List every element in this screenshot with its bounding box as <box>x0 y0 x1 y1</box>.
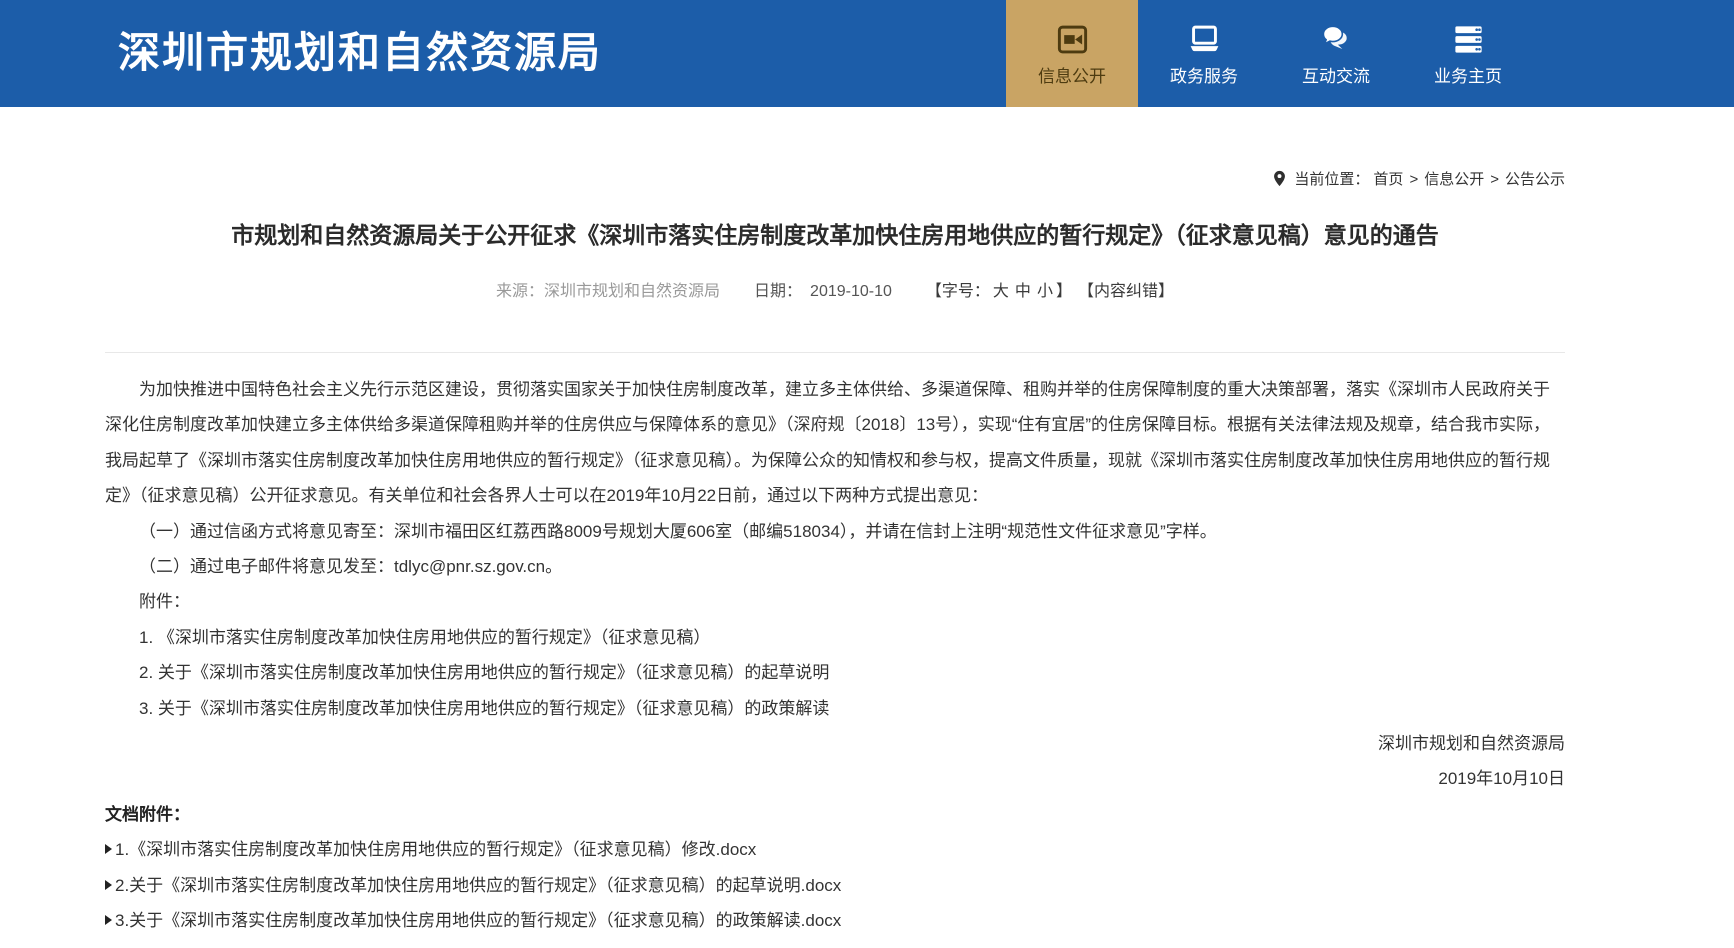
attachment-item-3: 3. 关于《深圳市落实住房制度改革加快住房用地供应的暂行规定》（征求意见稿）的政… <box>105 691 1565 726</box>
paragraph-method-email: （二）通过电子邮件将意见发至：tdlyc@pnr.sz.gov.cn。 <box>105 549 1565 584</box>
triangle-marker-icon <box>105 880 112 890</box>
attachment-item-1: 1. 《深圳市落实住房制度改革加快住房用地供应的暂行规定》（征求意见稿） <box>105 620 1565 655</box>
font-size-medium-button[interactable]: 中 <box>1015 283 1031 300</box>
font-size-large-button[interactable]: 大 <box>993 283 1009 300</box>
nav-item-gov-services[interactable]: 政务服务 <box>1138 0 1270 107</box>
nav-item-label: 信息公开 <box>1038 68 1106 85</box>
content-container: 当前位置：首页 > 信息公开 > 公告公示 市规划和自然资源局关于公开征求《深圳市落实住… <box>105 107 1565 939</box>
font-size-selector: 【字号：大中小】 <box>926 283 1072 300</box>
breadcrumb-separator: > <box>1490 171 1499 188</box>
doc-attachments-section: 文档附件： 1.《深圳市落实住房制度改革加快住房用地供应的暂行规定》（征求意见稿… <box>105 797 1565 939</box>
triangle-marker-icon <box>105 915 112 925</box>
doc-attachment-link-text: 1.《深圳市落实住房制度改革加快住房用地供应的暂行规定》（征求意见稿）修改.do… <box>115 840 756 859</box>
nav-item-interaction[interactable]: 互动交流 <box>1270 0 1402 107</box>
paragraph-method-mail: （一）通过信函方式将意见寄至：深圳市福田区红荔西路8009号规划大厦606室（邮… <box>105 514 1565 549</box>
nav-item-label: 业务主页 <box>1434 68 1502 85</box>
signature-date: 2019年10月10日 <box>105 761 1565 796</box>
location-pin-icon <box>1273 170 1286 187</box>
chat-bubbles-icon <box>1319 22 1354 57</box>
document-video-icon <box>1055 22 1090 57</box>
nav-item-label: 互动交流 <box>1302 68 1370 85</box>
triangle-marker-icon <box>105 844 112 854</box>
signature: 深圳市规划和自然资源局 <box>105 726 1565 761</box>
breadcrumb-link-announcements[interactable]: 公告公示 <box>1505 171 1565 188</box>
breadcrumb-link-info-disclosure[interactable]: 信息公开 <box>1424 171 1484 188</box>
breadcrumb: 当前位置：首页 > 信息公开 > 公告公示 <box>105 107 1565 190</box>
nav-item-info-disclosure[interactable]: 信息公开 <box>1006 0 1138 107</box>
breadcrumb-label: 当前位置： <box>1294 171 1369 188</box>
meta-source: 来源：深圳市规划和自然资源局 <box>496 283 720 300</box>
doc-attachment-link-text: 2.关于《深圳市落实住房制度改革加快住房用地供应的暂行规定》（征求意见稿）的起草… <box>115 876 841 895</box>
doc-attachment-link-1[interactable]: 1.《深圳市落实住房制度改革加快住房用地供应的暂行规定》（征求意见稿）修改.do… <box>105 832 1565 867</box>
doc-attachments-title: 文档附件： <box>105 797 1565 832</box>
divider <box>105 352 1565 353</box>
server-list-icon <box>1451 22 1486 57</box>
breadcrumb-separator: > <box>1409 171 1418 188</box>
doc-attachment-link-3[interactable]: 3.关于《深圳市落实住房制度改革加快住房用地供应的暂行规定》（征求意见稿）的政策… <box>105 903 1565 938</box>
font-size-close: 】 <box>1056 283 1072 300</box>
article-body: 为加快推进中国特色社会主义先行示范区建设，贯彻落实国家关于加快住房制度改革，建立… <box>105 372 1565 797</box>
page-title: 市规划和自然资源局关于公开征求《深圳市落实住房制度改革加快住房用地供应的暂行规定… <box>105 220 1565 250</box>
nav-item-label: 政务服务 <box>1170 68 1238 85</box>
site-header: 深圳市规划和自然资源局 信息公开 政务服务 互动交流 <box>0 0 1734 107</box>
laptop-icon <box>1187 22 1222 57</box>
breadcrumb-link-home[interactable]: 首页 <box>1373 171 1403 188</box>
meta-date-label: 日期： <box>754 283 802 300</box>
font-size-small-button[interactable]: 小 <box>1037 283 1053 300</box>
paragraph-attachment-heading: 附件： <box>105 584 1565 619</box>
doc-attachment-link-text: 3.关于《深圳市落实住房制度改革加快住房用地供应的暂行规定》（征求意见稿）的政策… <box>115 911 841 930</box>
font-size-open: 【字号： <box>926 283 990 300</box>
attachment-item-2: 2. 关于《深圳市落实住房制度改革加快住房用地供应的暂行规定》（征求意见稿）的起… <box>105 655 1565 690</box>
content-correction-button[interactable]: 【内容纠错】 <box>1086 283 1174 300</box>
doc-attachment-link-2[interactable]: 2.关于《深圳市落实住房制度改革加快住房用地供应的暂行规定》（征求意见稿）的起草… <box>105 868 1565 903</box>
site-logo-title[interactable]: 深圳市规划和自然资源局 <box>118 0 602 107</box>
article-meta: 来源：深圳市规划和自然资源局 日期： 2019-10-10 【字号：大中小】【内容纠错… <box>105 281 1565 303</box>
nav-item-business-home[interactable]: 业务主页 <box>1402 0 1534 107</box>
meta-date-value: 2019-10-10 <box>810 283 892 300</box>
paragraph: 为加快推进中国特色社会主义先行示范区建设，贯彻落实国家关于加快住房制度改革，建立… <box>105 372 1565 514</box>
main-nav: 信息公开 政务服务 互动交流 <box>1006 0 1534 107</box>
